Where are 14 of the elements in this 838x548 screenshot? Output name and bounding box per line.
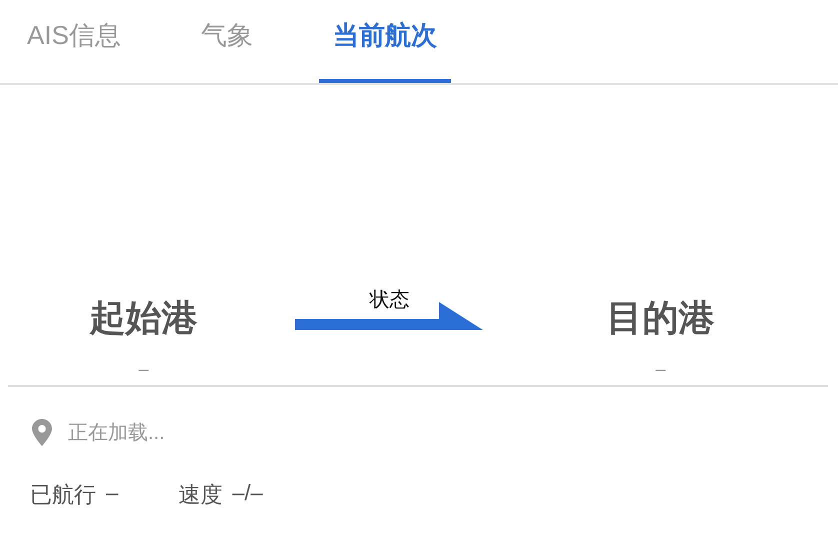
- location-text: 正在加载...: [68, 421, 165, 446]
- stat-label: 已航行: [30, 481, 96, 509]
- origin-port-value: –: [138, 359, 149, 380]
- destination-port-value: –: [656, 359, 666, 380]
- tab[interactable]: AIS信息: [13, 0, 135, 83]
- destination-port-name: 目的港: [606, 296, 715, 340]
- status-label: 状态: [369, 288, 410, 313]
- stat-value: –/–: [232, 480, 263, 507]
- location-pin-icon: [32, 419, 52, 446]
- tab[interactable]: 当前航次: [318, 0, 451, 83]
- origin-port-name: 起始港: [90, 296, 198, 340]
- stat-value: –: [106, 480, 118, 507]
- tab[interactable]: 气象: [186, 0, 267, 83]
- stat-label: 速度: [178, 481, 222, 509]
